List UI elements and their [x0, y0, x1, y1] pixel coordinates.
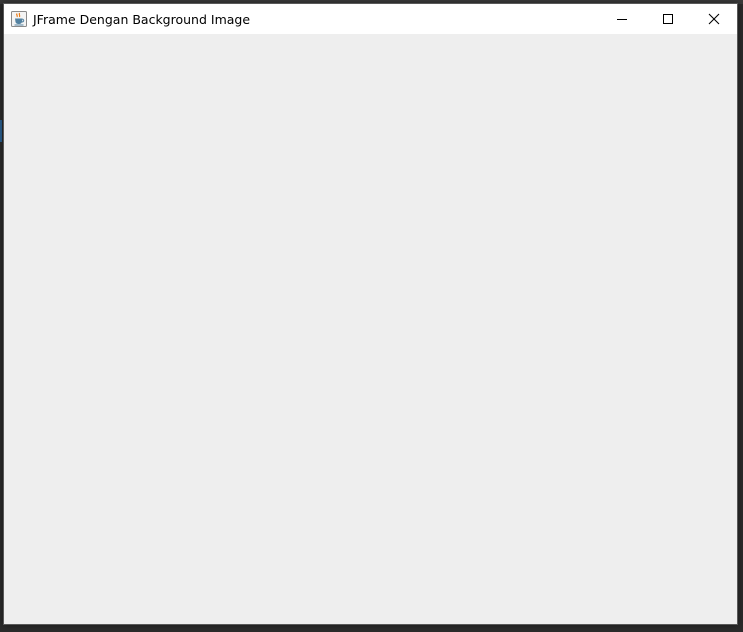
close-icon	[708, 13, 720, 25]
maximize-button[interactable]	[645, 4, 691, 34]
window-title: JFrame Dengan Background Image	[33, 11, 251, 27]
desktop-taskbar-edge	[0, 120, 2, 142]
window-controls	[599, 4, 737, 34]
minimize-button[interactable]	[599, 4, 645, 34]
title-bar[interactable]: JFrame Dengan Background Image	[4, 4, 737, 34]
jframe-window: JFrame Dengan Background Image	[3, 3, 738, 625]
java-coffee-cup-icon[interactable]	[11, 11, 27, 27]
minimize-icon	[617, 19, 627, 20]
close-button[interactable]	[691, 4, 737, 34]
maximize-icon	[663, 14, 673, 24]
content-pane	[4, 34, 737, 624]
